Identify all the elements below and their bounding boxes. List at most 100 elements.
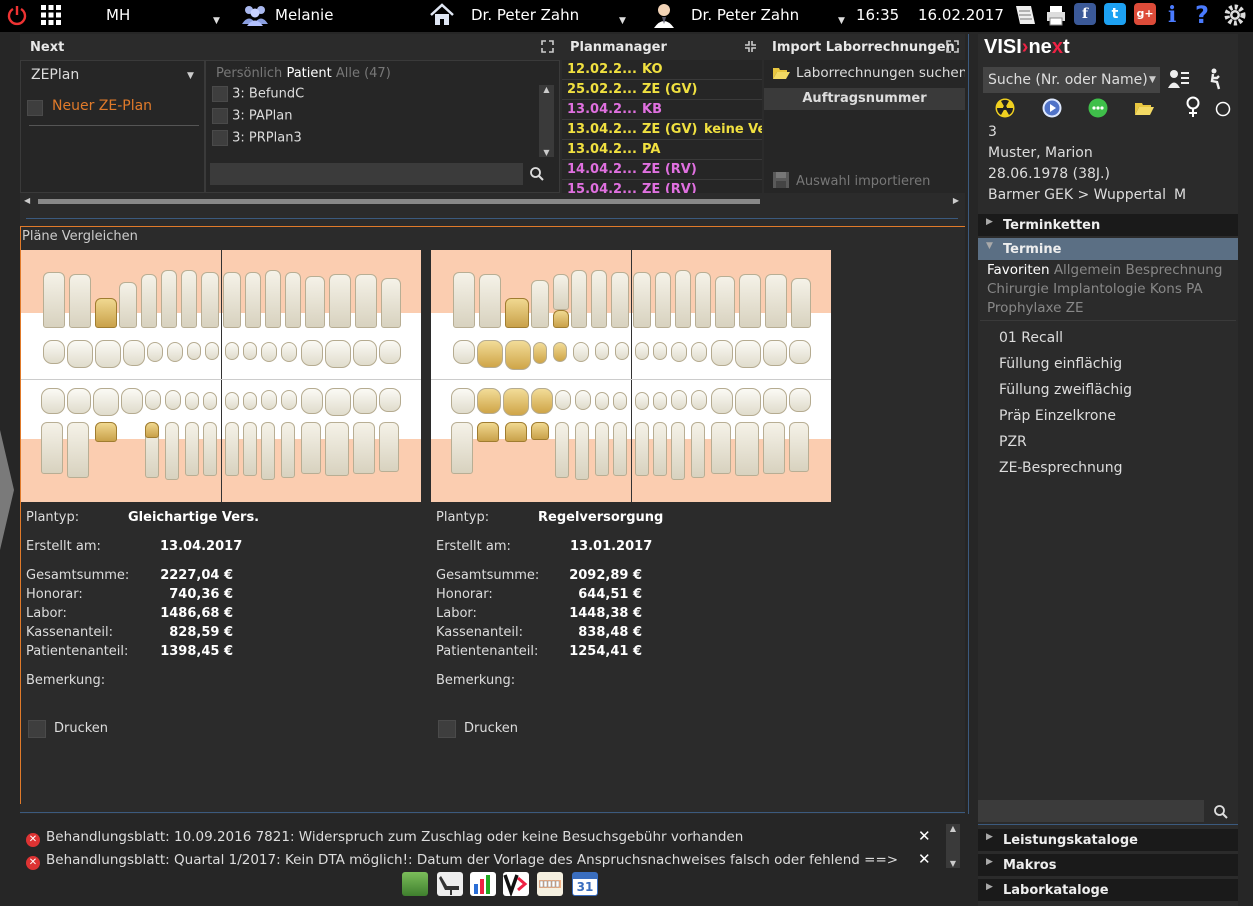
radiation-icon[interactable]: [995, 98, 1015, 122]
tab-patient[interactable]: Patient: [286, 66, 331, 81]
list-item[interactable]: 3: BefundC: [212, 86, 304, 102]
list-item[interactable]: Füllung einflächig: [999, 356, 1122, 372]
chevron-down-icon[interactable]: ▼: [838, 9, 845, 27]
money-icon[interactable]: [402, 872, 428, 896]
close-icon[interactable]: ✕: [918, 827, 931, 845]
zeplan-select[interactable]: ZEPlan: [31, 67, 79, 83]
facebook-icon[interactable]: f: [1074, 3, 1096, 25]
table-row[interactable]: 15.04.2... ZE (RV): [562, 180, 762, 193]
new-item-checkbox[interactable]: [27, 97, 43, 116]
teeth-icon[interactable]: [537, 872, 563, 896]
section-makros[interactable]: ▶ Makros: [978, 854, 1238, 876]
tags-line-3[interactable]: Prophylaxe ZE: [987, 300, 1084, 316]
table-row[interactable]: 12.02.2... KO: [562, 60, 762, 80]
print-icon[interactable]: [1044, 3, 1068, 31]
honorar-label: Honorar:: [26, 587, 83, 602]
section-terminketten[interactable]: ▶ Terminketten: [978, 214, 1238, 236]
list-item[interactable]: Präp Einzelkrone: [999, 408, 1116, 424]
info-icon[interactable]: i: [1168, 2, 1176, 28]
print-label-right[interactable]: Drucken: [464, 721, 518, 736]
list-item[interactable]: 3: PRPlan3: [212, 130, 302, 146]
chevron-down-icon[interactable]: ▼: [619, 9, 626, 27]
scrollbar-thumb[interactable]: [38, 199, 760, 204]
table-row[interactable]: 13.04.2...ZE (GV)keine Vers: [562, 120, 762, 140]
table-row[interactable]: 13.04.2... PA: [562, 140, 762, 160]
table-row[interactable]: 25.02.2... ZE (GV): [562, 80, 762, 100]
new-zeplan-link[interactable]: Neuer ZE-Plan: [52, 98, 152, 114]
honorar-label: Honorar:: [436, 587, 493, 602]
list-item[interactable]: ZE-Besprechnung: [999, 460, 1123, 476]
compare-top-border: [20, 226, 965, 227]
calendar-icon[interactable]: 31: [572, 872, 598, 896]
list-item[interactable]: PZR: [999, 434, 1027, 450]
sidebar-search-input[interactable]: [978, 800, 1204, 822]
print-label-left[interactable]: Drucken: [54, 721, 108, 736]
play-icon[interactable]: [1042, 98, 1062, 122]
section-termine[interactable]: ▼ Termine: [978, 238, 1238, 260]
status-circle-icon[interactable]: [1215, 101, 1231, 121]
help-icon[interactable]: ?: [1195, 1, 1209, 29]
user-short-label[interactable]: MH: [106, 6, 130, 24]
tooth-chart-right[interactable]: [431, 250, 831, 502]
table-row[interactable]: 14.04.2... ZE (RV): [562, 160, 762, 180]
collapse-icon[interactable]: [744, 40, 757, 56]
user-name-label[interactable]: Melanie: [275, 6, 333, 24]
tags-line-2[interactable]: Chirurgie Implantologie Kons PA: [987, 281, 1203, 297]
chevron-down-icon[interactable]: ▼: [213, 9, 220, 27]
section-leistungskataloge[interactable]: ▶ Leistungskataloge: [978, 829, 1238, 851]
patient-label: Patientenanteil:: [26, 644, 129, 659]
chevron-down-icon[interactable]: ▼: [1149, 75, 1156, 85]
list-scrollbar[interactable]: ▲ ▼: [539, 85, 554, 157]
settings-gear-icon[interactable]: [1223, 3, 1247, 31]
doctor-select-2[interactable]: Dr. Peter Zahn: [691, 6, 799, 24]
list-item[interactable]: 01 Recall: [999, 330, 1063, 346]
search-icon[interactable]: [529, 166, 545, 186]
tab-alle[interactable]: Alle (47): [336, 66, 391, 81]
chart-icon[interactable]: [470, 872, 496, 896]
error-message[interactable]: ✕ Behandlungsblatt: 10.09.2016 7821: Wide…: [26, 829, 743, 847]
error-message[interactable]: ✕ Behandlungsblatt: Quartal 1/2017: Kein …: [26, 852, 898, 870]
list-item[interactable]: Füllung zweiflächig: [999, 382, 1132, 398]
import-selection-button[interactable]: Auswahl importieren: [796, 174, 930, 189]
list-item[interactable]: 3: PAPlan: [212, 108, 292, 124]
column-header-auftragsnummer[interactable]: Auftragsnummer: [764, 88, 965, 110]
doctor-select-1[interactable]: Dr. Peter Zahn: [471, 6, 579, 24]
patient-list-icon[interactable]: [1168, 69, 1190, 93]
expand-icon[interactable]: [541, 40, 554, 56]
tags-line-1[interactable]: Allgemein Besprechnung: [1054, 262, 1223, 278]
erstellt-value: 13.01.2017: [570, 539, 653, 554]
google-plus-icon[interactable]: g+: [1134, 3, 1156, 25]
notepad-icon[interactable]: [1013, 3, 1037, 31]
divider: [980, 320, 1236, 321]
print-checkbox-right[interactable]: [438, 720, 456, 738]
horizontal-scrollbar[interactable]: ◀ ▶: [20, 194, 965, 209]
import-panel: Laborrechnungen suchen ... Auftragsnumme…: [764, 60, 965, 193]
table-row[interactable]: 13.04.2... KB: [562, 100, 762, 120]
home-icon[interactable]: [428, 3, 456, 31]
twitter-icon[interactable]: t: [1104, 3, 1126, 25]
patient-search-input[interactable]: Suche (Nr. oder Name) ▼: [983, 67, 1160, 93]
chat-bubble-icon[interactable]: [1088, 98, 1108, 122]
kassen-label: Kassenanteil:: [436, 625, 523, 640]
search-lab-invoices-button[interactable]: Laborrechnungen suchen ...: [796, 65, 965, 81]
close-icon[interactable]: ✕: [918, 850, 931, 868]
erstellt-value: 13.04.2017: [160, 539, 243, 554]
patient-walk-icon[interactable]: [1206, 68, 1224, 94]
dental-chair-icon[interactable]: [437, 872, 463, 896]
power-icon[interactable]: [6, 4, 28, 30]
patient-name: Muster, Marion: [988, 145, 1093, 161]
apps-grid-icon[interactable]: [40, 4, 62, 30]
folder-icon[interactable]: [1134, 100, 1154, 120]
chevron-down-icon[interactable]: ▼: [187, 71, 194, 81]
visinext-logo-icon[interactable]: [503, 872, 529, 898]
expand-icon[interactable]: [946, 40, 959, 56]
next-search-input[interactable]: [210, 163, 523, 185]
tag-favoriten[interactable]: Favoriten: [987, 262, 1050, 278]
search-icon[interactable]: [1213, 804, 1229, 824]
section-laborkataloge[interactable]: ▶ Laborkataloge: [978, 879, 1238, 901]
tooth-chart-left[interactable]: [21, 250, 421, 502]
collapse-left-arrow[interactable]: [0, 420, 16, 560]
tab-persoenlich[interactable]: Persönlich: [216, 66, 282, 81]
message-scrollbar[interactable]: ▲ ▼: [946, 824, 960, 868]
print-checkbox-left[interactable]: [28, 720, 46, 738]
